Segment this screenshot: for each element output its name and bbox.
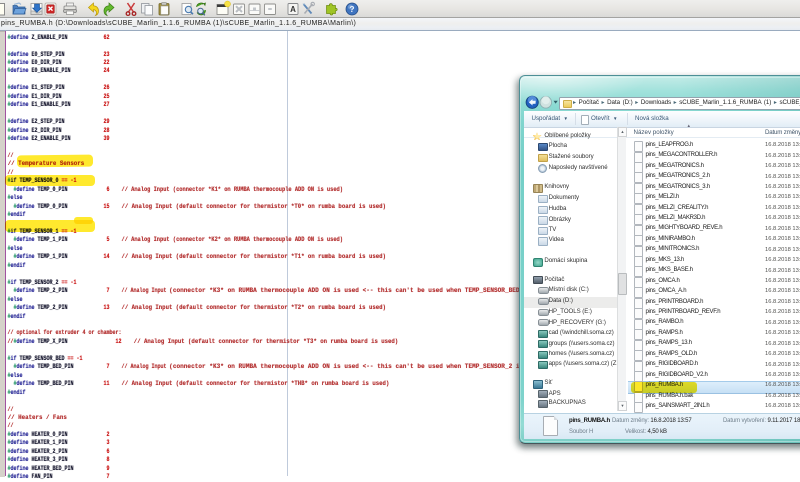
svg-text:A: A: [290, 5, 296, 14]
svg-text:?: ?: [349, 4, 354, 14]
